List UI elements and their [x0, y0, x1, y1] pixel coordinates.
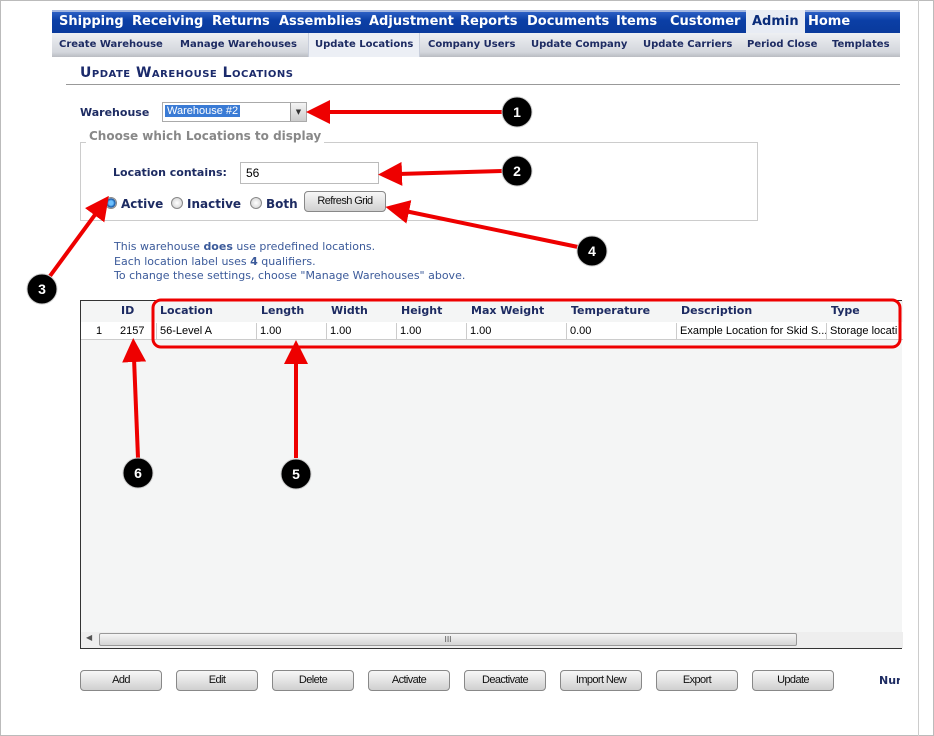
callout-3-label: 3 — [38, 281, 46, 297]
callout-1-label: 1 — [513, 104, 521, 120]
arrow-3 — [48, 195, 109, 278]
annotation-overlay: 1 2 3 4 5 6 — [26, 96, 902, 490]
callout-4-label: 4 — [588, 243, 596, 259]
callout-5-label: 5 — [292, 466, 300, 482]
arrow-6 — [122, 338, 147, 459]
arrow-4 — [385, 200, 579, 249]
callout-6-label: 6 — [134, 465, 142, 481]
highlight-box — [151, 298, 902, 349]
callout-2-label: 2 — [513, 163, 521, 179]
arrow-2 — [378, 161, 503, 186]
